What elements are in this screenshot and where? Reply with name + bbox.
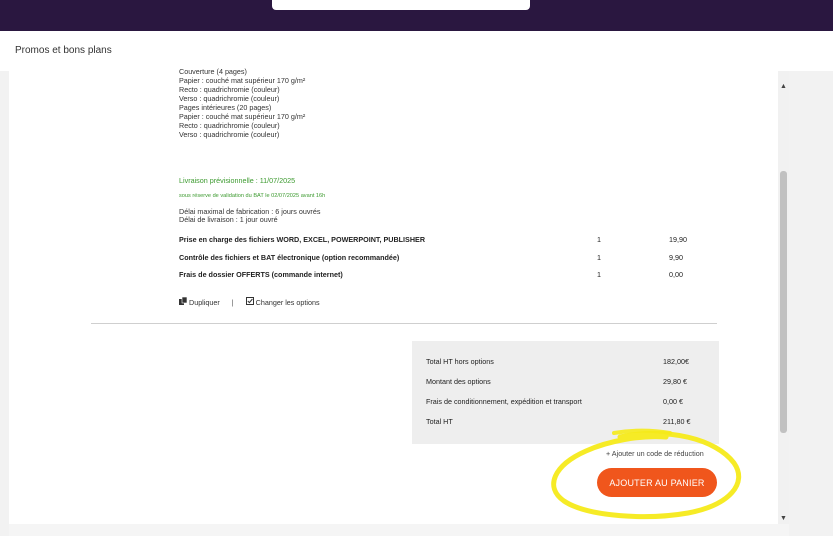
copy-icon bbox=[179, 296, 188, 307]
section-divider bbox=[91, 323, 717, 324]
spec-line: Pages intérieures (20 pages) bbox=[179, 103, 272, 112]
nav-tab-strip bbox=[272, 0, 530, 10]
spec-line: Verso : quadrichromie (couleur) bbox=[179, 94, 280, 103]
spec-line: Couverture (4 pages) bbox=[179, 67, 247, 76]
bat-note: sous réserve de validation du BAT le 02/… bbox=[179, 193, 326, 199]
spec-line: Recto : quadrichromie (couleur) bbox=[179, 85, 280, 94]
triangle-down-icon[interactable]: ▼ bbox=[778, 515, 789, 522]
duplicate-link[interactable]: Dupliquer bbox=[179, 296, 220, 307]
spec-line: Verso : quadrichromie (couleur) bbox=[179, 130, 280, 139]
item-actions: Dupliquer | Changer les options bbox=[179, 296, 320, 307]
top-navbar bbox=[0, 0, 833, 31]
option-qty: 1 bbox=[597, 253, 601, 262]
right-gutter bbox=[789, 71, 833, 536]
spec-line: Recto : quadrichromie (couleur) bbox=[179, 121, 280, 130]
total-label: Total HT hors options bbox=[426, 357, 494, 366]
duplicate-label: Dupliquer bbox=[189, 297, 220, 307]
total-value: 182,00€ bbox=[663, 357, 689, 366]
total-label: Frais de conditionnement, expédition et … bbox=[426, 397, 582, 406]
scrollbar-thumb[interactable] bbox=[780, 171, 787, 433]
change-options-label: Changer les options bbox=[255, 297, 320, 307]
bottom-strip bbox=[9, 524, 789, 536]
option-label: Frais de dossier OFFERTS (commande inter… bbox=[179, 270, 343, 279]
total-label: Montant des options bbox=[426, 377, 491, 386]
add-to-cart-button[interactable]: AJOUTER AU PANIER bbox=[597, 468, 717, 497]
total-label: Total HT bbox=[426, 417, 453, 426]
delays: Délai maximal de fabrication : 6 jours o… bbox=[179, 208, 320, 224]
actions-separator: | bbox=[231, 297, 234, 307]
option-qty: 1 bbox=[597, 270, 601, 279]
product-specs: Couverture (4 pages) Papier : couché mat… bbox=[179, 67, 306, 139]
total-value: 0,00 € bbox=[663, 397, 683, 406]
total-value: 211,80 € bbox=[663, 417, 691, 426]
option-price: 19,90 bbox=[669, 235, 687, 244]
checkbox-edit-icon bbox=[245, 297, 254, 307]
spec-line: Papier : couché mat supérieur 170 g/m² bbox=[179, 112, 306, 121]
option-row: Contrôle des fichiers et BAT électroniqu… bbox=[179, 253, 699, 263]
vertical-scrollbar[interactable]: ▲ ▼ bbox=[778, 71, 789, 524]
total-value: 29,80 € bbox=[663, 377, 687, 386]
option-price: 9,90 bbox=[669, 253, 683, 262]
promo-bar: Promos et bons plans bbox=[0, 31, 833, 72]
option-label: Contrôle des fichiers et BAT électroniqu… bbox=[179, 253, 400, 262]
left-gutter bbox=[0, 71, 9, 536]
promos-link[interactable]: Promos et bons plans bbox=[15, 45, 112, 56]
add-promo-code-link[interactable]: + Ajouter un code de réduction bbox=[606, 449, 704, 458]
triangle-up-icon[interactable]: ▲ bbox=[778, 83, 789, 90]
option-price: 0,00 bbox=[669, 270, 683, 279]
option-label: Prise en charge des fichiers WORD, EXCEL… bbox=[179, 235, 426, 244]
change-options-link[interactable]: Changer les options bbox=[245, 297, 320, 307]
option-qty: 1 bbox=[597, 235, 601, 244]
option-row: Frais de dossier OFFERTS (commande inter… bbox=[179, 270, 699, 280]
totals-box: Total HT hors options 182,00€ Montant de… bbox=[412, 341, 719, 444]
option-row: Prise en charge des fichiers WORD, EXCEL… bbox=[179, 235, 699, 245]
spec-line: Papier : couché mat supérieur 170 g/m² bbox=[179, 76, 306, 85]
shipping-delay: Délai de livraison : 1 jour ouvré bbox=[179, 215, 278, 224]
delivery-estimate: Livraison prévisionnelle : 11/07/2025 bbox=[179, 176, 296, 185]
